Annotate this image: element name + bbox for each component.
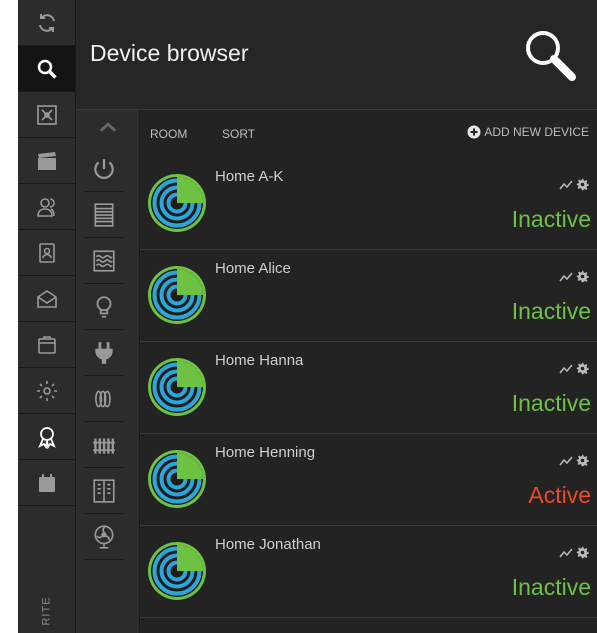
plug-icon[interactable] (84, 330, 124, 376)
category-sidebar (76, 110, 140, 633)
device-row[interactable]: Home A-K Inactive (140, 158, 597, 250)
radiator-icon[interactable] (84, 422, 124, 468)
device-status: Inactive (511, 390, 591, 416)
header: Device browser (76, 0, 597, 110)
gear-icon[interactable] (576, 546, 589, 559)
sync-icon[interactable] (18, 0, 75, 46)
page-title: Device browser (90, 40, 249, 66)
device-tools (559, 178, 589, 191)
chart-icon[interactable] (559, 179, 573, 191)
device-tools (559, 454, 589, 467)
device-row[interactable]: Home Alice Inactive (140, 250, 597, 342)
list-header: ROOM SORT ADD NEW DEVICE (140, 110, 597, 158)
device-status: Inactive (511, 574, 591, 600)
plus-circle-icon (467, 125, 481, 139)
sort-button[interactable]: SORT (222, 127, 255, 141)
gear-icon[interactable] (576, 178, 589, 191)
device-status: Inactive (511, 206, 591, 232)
chart-icon[interactable] (559, 547, 573, 559)
device-row[interactable]: Home Hanna Inactive (140, 342, 597, 434)
nav-vertical-label[interactable]: RITE (18, 588, 75, 633)
chevron-up-icon[interactable] (76, 110, 139, 146)
nav-vertical-label-text: RITE (40, 595, 53, 626)
main-nav: RITE (18, 0, 76, 633)
device-name: Home A-K (215, 168, 284, 185)
crosshair-icon[interactable] (18, 92, 75, 138)
device-radar-icon (148, 450, 206, 508)
chart-icon[interactable] (559, 455, 573, 467)
gear-icon[interactable] (576, 454, 589, 467)
device-name: Home Jonathan (215, 536, 321, 553)
calendar-icon[interactable] (18, 460, 75, 506)
folder-icon[interactable] (18, 322, 75, 368)
search-icon[interactable] (521, 26, 579, 84)
clapperboard-icon[interactable] (18, 138, 75, 184)
heating-icon[interactable] (84, 238, 124, 284)
award-icon[interactable] (18, 414, 75, 460)
device-status: Active (528, 482, 591, 508)
contacts-icon[interactable] (18, 230, 75, 276)
fan-icon[interactable] (84, 514, 124, 560)
device-name: Home Hanna (215, 352, 304, 369)
device-name: Home Henning (215, 444, 316, 461)
gear-icon[interactable] (18, 368, 75, 414)
app-window: RITE Device browser ROOM SORT ADD NEW DE… (18, 0, 597, 633)
add-new-device-label: ADD NEW DEVICE (484, 125, 589, 139)
power-icon[interactable] (84, 146, 124, 192)
device-list-panel: ROOM SORT ADD NEW DEVICE Home A-K Inacti… (140, 110, 597, 633)
add-new-device-button[interactable]: ADD NEW DEVICE (467, 125, 589, 139)
device-radar-icon (148, 358, 206, 416)
chart-icon[interactable] (559, 363, 573, 375)
blinds-icon[interactable] (84, 192, 124, 238)
device-radar-icon (148, 174, 206, 232)
gear-icon[interactable] (576, 362, 589, 375)
device-radar-icon (148, 542, 206, 600)
device-tools (559, 362, 589, 375)
device-name: Home Alice (215, 260, 291, 277)
window-icon[interactable] (84, 468, 124, 514)
device-status: Inactive (511, 298, 591, 324)
bulb-icon[interactable] (84, 284, 124, 330)
gear-icon[interactable] (576, 270, 589, 283)
device-tools (559, 270, 589, 283)
device-row[interactable]: Home Jonathan Inactive (140, 526, 597, 618)
room-filter-button[interactable]: ROOM (150, 127, 187, 141)
mail-icon[interactable] (18, 276, 75, 322)
chart-icon[interactable] (559, 271, 573, 283)
search-icon[interactable] (18, 46, 75, 92)
device-tools (559, 546, 589, 559)
users-icon[interactable] (18, 184, 75, 230)
device-radar-icon (148, 266, 206, 324)
coil-icon[interactable] (84, 376, 124, 422)
device-row[interactable]: Home Henning Active (140, 434, 597, 526)
